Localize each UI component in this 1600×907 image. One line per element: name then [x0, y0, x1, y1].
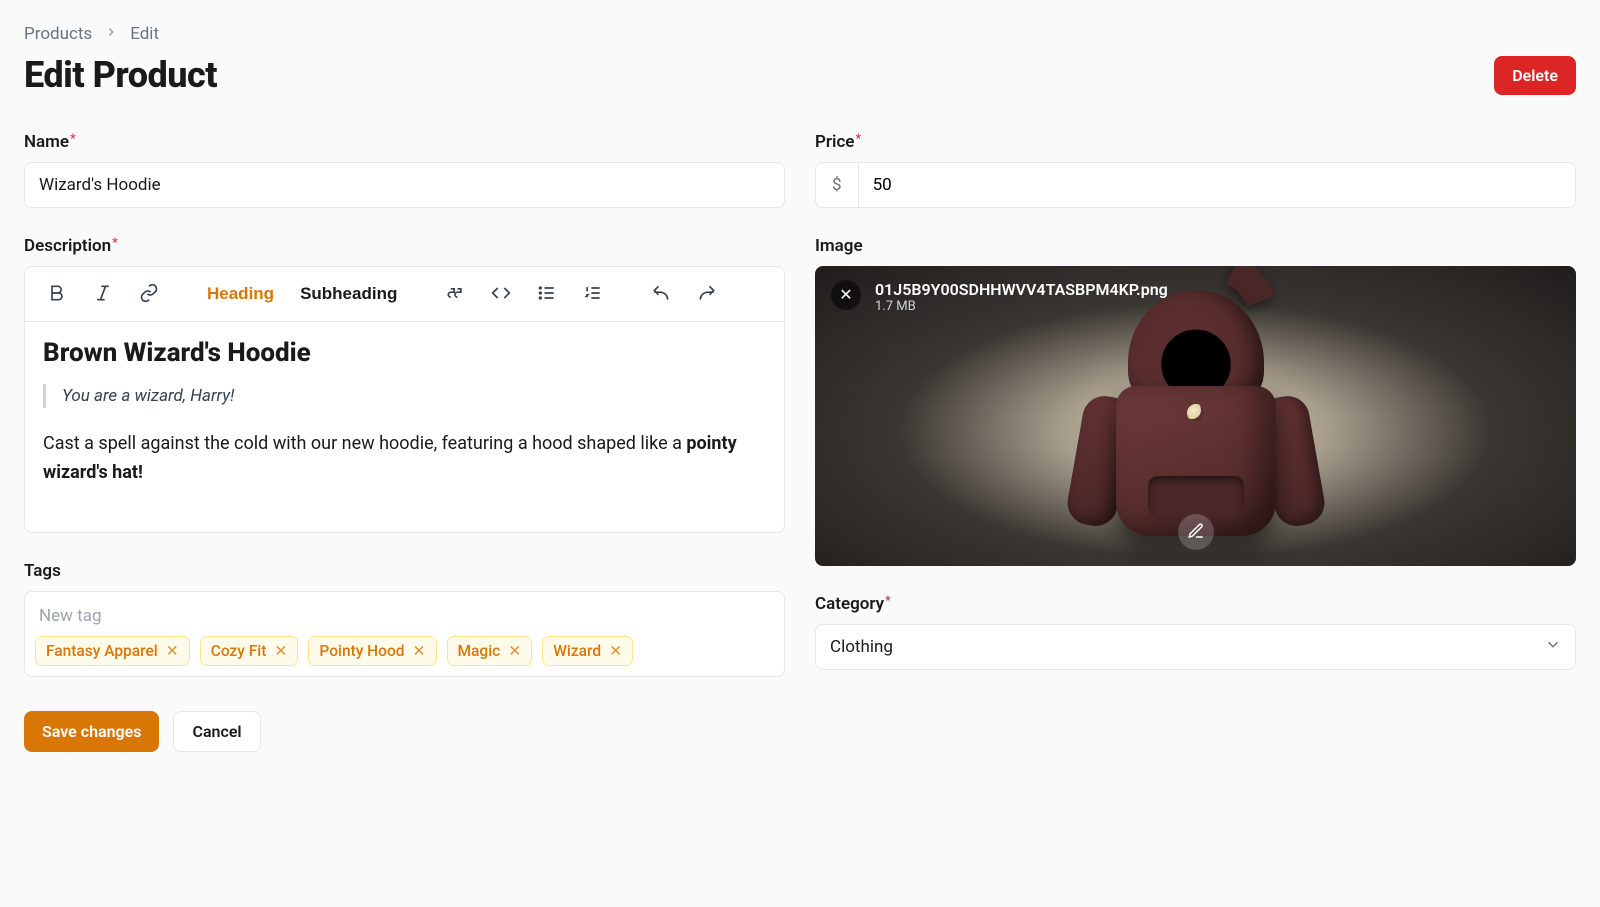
tag-remove-icon[interactable]: ✕	[609, 642, 622, 660]
chevron-right-icon	[104, 24, 118, 44]
description-field: Description* Heading Subheading	[24, 236, 785, 533]
undo-button[interactable]	[641, 277, 681, 311]
blockquote-button[interactable]	[435, 277, 475, 311]
pencil-icon	[1187, 522, 1205, 543]
ordered-list-button[interactable]	[573, 277, 613, 311]
tag-list: Fantasy Apparel✕Cozy Fit✕Pointy Hood✕Mag…	[35, 636, 774, 666]
price-input[interactable]	[859, 163, 1575, 207]
currency-symbol: $	[816, 163, 859, 207]
desc-paragraph: Cast a spell against the cold with our n…	[43, 430, 766, 488]
tag-label: Wizard	[553, 642, 601, 660]
name-field: Name*	[24, 132, 785, 208]
required-asterisk: *	[70, 132, 76, 147]
breadcrumb-products[interactable]: Products	[24, 24, 92, 44]
category-select[interactable]: Clothing	[815, 624, 1576, 670]
link-button[interactable]	[129, 277, 169, 311]
description-label: Description*	[24, 236, 785, 256]
tag-chip: Cozy Fit ✕	[200, 636, 299, 666]
tag-chip: Fantasy Apparel ✕	[35, 636, 190, 666]
link-icon	[139, 283, 159, 306]
subheading-button[interactable]: Subheading	[290, 277, 407, 311]
form-actions: Save changes Cancel	[24, 711, 785, 752]
image-label: Image	[815, 236, 1576, 256]
rich-editor: Heading Subheading	[24, 266, 785, 533]
desc-paragraph-text: Cast a spell against the cold with our n…	[43, 433, 686, 454]
bullet-list-button[interactable]	[527, 277, 567, 311]
tag-label: Magic	[458, 642, 501, 660]
name-label-text: Name	[24, 132, 69, 152]
quote-icon	[445, 283, 465, 306]
breadcrumb-current: Edit	[130, 24, 159, 44]
tags-card: Fantasy Apparel✕Cozy Fit✕Pointy Hood✕Mag…	[24, 591, 785, 677]
tag-remove-icon[interactable]: ✕	[166, 642, 179, 660]
page-header: Edit Product Delete	[24, 54, 1576, 96]
tag-chip: Wizard ✕	[542, 636, 633, 666]
required-asterisk: *	[885, 594, 891, 609]
ordered-list-icon	[583, 283, 603, 306]
tag-remove-icon[interactable]: ✕	[508, 642, 521, 660]
code-icon	[491, 283, 511, 306]
price-label: Price*	[815, 132, 1576, 152]
redo-icon	[697, 283, 717, 306]
list-icon	[537, 283, 557, 306]
name-label: Name*	[24, 132, 785, 152]
tags-field: Tags Fantasy Apparel✕Cozy Fit✕Pointy Hoo…	[24, 561, 785, 677]
code-button[interactable]	[481, 277, 521, 311]
description-label-text: Description	[24, 236, 111, 256]
tag-chip: Pointy Hood ✕	[308, 636, 436, 666]
editor-toolbar: Heading Subheading	[25, 267, 784, 322]
tag-chip: Magic ✕	[447, 636, 533, 666]
tag-remove-icon[interactable]: ✕	[274, 642, 287, 660]
image-field: Image ✕ 01J5B9Y00SDHHWVV4TASBPM4	[815, 236, 1576, 566]
category-label: Category*	[815, 594, 1576, 614]
required-asterisk: *	[112, 236, 118, 251]
redo-button[interactable]	[687, 277, 727, 311]
tag-label: Fantasy Apparel	[46, 642, 158, 660]
desc-quote: You are a wizard, Harry!	[43, 384, 766, 408]
italic-button[interactable]	[83, 277, 123, 311]
price-input-wrap: $	[815, 162, 1576, 208]
tag-remove-icon[interactable]: ✕	[413, 642, 426, 660]
category-field: Category* Clothing	[815, 594, 1576, 670]
category-select-wrap: Clothing	[815, 624, 1576, 670]
image-preview: ✕ 01J5B9Y00SDHHWVV4TASBPM4KP.png 1.7 MB	[815, 266, 1576, 566]
breadcrumb: Products Edit	[24, 24, 1576, 44]
price-field: Price* $	[815, 132, 1576, 208]
undo-icon	[651, 283, 671, 306]
required-asterisk: *	[855, 132, 861, 147]
tag-label: Cozy Fit	[211, 642, 267, 660]
tags-label: Tags	[24, 561, 785, 581]
price-label-text: Price	[815, 132, 854, 152]
category-label-text: Category	[815, 594, 884, 614]
delete-button[interactable]: Delete	[1494, 56, 1576, 95]
cancel-button[interactable]: Cancel	[173, 711, 260, 752]
italic-icon	[93, 283, 113, 306]
tag-input[interactable]	[35, 600, 774, 636]
page-title: Edit Product	[24, 54, 217, 96]
save-button[interactable]: Save changes	[24, 711, 159, 752]
bold-button[interactable]	[37, 277, 77, 311]
close-icon: ✕	[839, 285, 852, 305]
name-input[interactable]	[24, 162, 785, 208]
image-remove-button[interactable]: ✕	[831, 280, 861, 310]
editor-body[interactable]: Brown Wizard's Hoodie You are a wizard, …	[25, 322, 784, 532]
image-edit-button[interactable]	[1178, 514, 1214, 550]
desc-heading: Brown Wizard's Hoodie	[43, 338, 766, 368]
tag-label: Pointy Hood	[319, 642, 404, 660]
bold-icon	[47, 283, 67, 306]
heading-button[interactable]: Heading	[197, 277, 284, 311]
